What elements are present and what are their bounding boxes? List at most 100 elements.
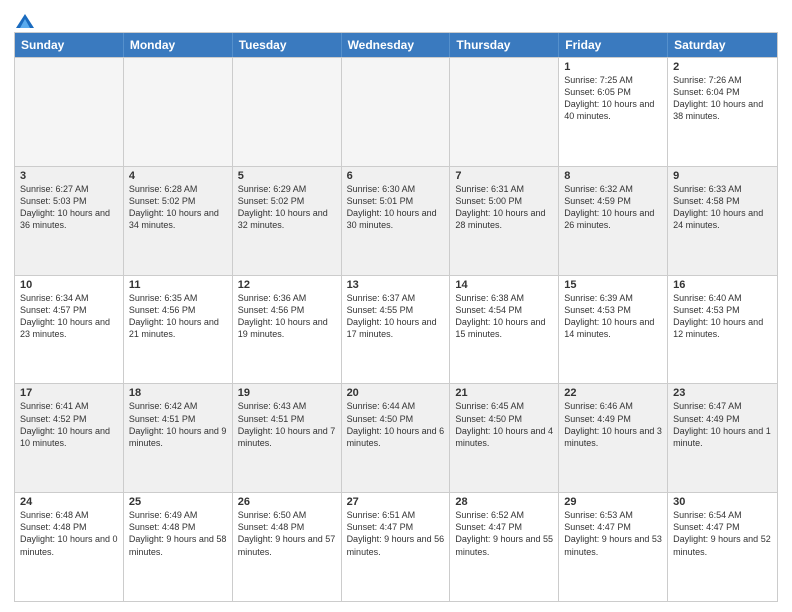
day-info: Sunrise: 6:38 AM Sunset: 4:54 PM Dayligh… [455,292,553,341]
day-number: 15 [564,279,662,291]
day-number: 1 [564,61,662,73]
header [14,10,778,26]
cal-cell: 12Sunrise: 6:36 AM Sunset: 4:56 PM Dayli… [233,276,342,384]
cal-cell: 4Sunrise: 6:28 AM Sunset: 5:02 PM Daylig… [124,167,233,275]
day-info: Sunrise: 6:53 AM Sunset: 4:47 PM Dayligh… [564,509,662,558]
cal-cell [342,58,451,166]
day-number: 27 [347,496,445,508]
day-info: Sunrise: 6:34 AM Sunset: 4:57 PM Dayligh… [20,292,118,341]
cal-row-1: 3Sunrise: 6:27 AM Sunset: 5:03 PM Daylig… [15,166,777,275]
cal-cell: 17Sunrise: 6:41 AM Sunset: 4:52 PM Dayli… [15,384,124,492]
day-info: Sunrise: 6:27 AM Sunset: 5:03 PM Dayligh… [20,183,118,232]
day-info: Sunrise: 6:46 AM Sunset: 4:49 PM Dayligh… [564,400,662,449]
day-info: Sunrise: 6:29 AM Sunset: 5:02 PM Dayligh… [238,183,336,232]
cal-cell: 13Sunrise: 6:37 AM Sunset: 4:55 PM Dayli… [342,276,451,384]
cal-header-tuesday: Tuesday [233,33,342,57]
day-info: Sunrise: 6:48 AM Sunset: 4:48 PM Dayligh… [20,509,118,558]
cal-cell: 1Sunrise: 7:25 AM Sunset: 6:05 PM Daylig… [559,58,668,166]
logo-icon [16,14,34,28]
day-info: Sunrise: 6:28 AM Sunset: 5:02 PM Dayligh… [129,183,227,232]
day-number: 6 [347,170,445,182]
cal-cell: 16Sunrise: 6:40 AM Sunset: 4:53 PM Dayli… [668,276,777,384]
day-info: Sunrise: 6:47 AM Sunset: 4:49 PM Dayligh… [673,400,772,449]
cal-cell [233,58,342,166]
day-info: Sunrise: 6:45 AM Sunset: 4:50 PM Dayligh… [455,400,553,449]
cal-cell: 21Sunrise: 6:45 AM Sunset: 4:50 PM Dayli… [450,384,559,492]
cal-cell: 19Sunrise: 6:43 AM Sunset: 4:51 PM Dayli… [233,384,342,492]
day-info: Sunrise: 6:37 AM Sunset: 4:55 PM Dayligh… [347,292,445,341]
calendar-body: 1Sunrise: 7:25 AM Sunset: 6:05 PM Daylig… [15,57,777,601]
calendar-header: SundayMondayTuesdayWednesdayThursdayFrid… [15,33,777,57]
day-number: 2 [673,61,772,73]
day-number: 25 [129,496,227,508]
day-number: 22 [564,387,662,399]
day-info: Sunrise: 6:51 AM Sunset: 4:47 PM Dayligh… [347,509,445,558]
day-number: 23 [673,387,772,399]
day-number: 19 [238,387,336,399]
cal-cell: 29Sunrise: 6:53 AM Sunset: 4:47 PM Dayli… [559,493,668,601]
cal-cell: 28Sunrise: 6:52 AM Sunset: 4:47 PM Dayli… [450,493,559,601]
day-number: 16 [673,279,772,291]
cal-cell: 18Sunrise: 6:42 AM Sunset: 4:51 PM Dayli… [124,384,233,492]
cal-cell: 7Sunrise: 6:31 AM Sunset: 5:00 PM Daylig… [450,167,559,275]
cal-header-sunday: Sunday [15,33,124,57]
day-number: 10 [20,279,118,291]
cal-row-3: 17Sunrise: 6:41 AM Sunset: 4:52 PM Dayli… [15,383,777,492]
cal-cell: 20Sunrise: 6:44 AM Sunset: 4:50 PM Dayli… [342,384,451,492]
cal-cell: 27Sunrise: 6:51 AM Sunset: 4:47 PM Dayli… [342,493,451,601]
cal-row-4: 24Sunrise: 6:48 AM Sunset: 4:48 PM Dayli… [15,492,777,601]
day-number: 12 [238,279,336,291]
day-info: Sunrise: 6:31 AM Sunset: 5:00 PM Dayligh… [455,183,553,232]
cal-header-thursday: Thursday [450,33,559,57]
page: SundayMondayTuesdayWednesdayThursdayFrid… [0,0,792,612]
cal-cell: 22Sunrise: 6:46 AM Sunset: 4:49 PM Dayli… [559,384,668,492]
cal-header-wednesday: Wednesday [342,33,451,57]
day-number: 30 [673,496,772,508]
cal-cell: 15Sunrise: 6:39 AM Sunset: 4:53 PM Dayli… [559,276,668,384]
day-info: Sunrise: 6:50 AM Sunset: 4:48 PM Dayligh… [238,509,336,558]
cal-cell: 24Sunrise: 6:48 AM Sunset: 4:48 PM Dayli… [15,493,124,601]
cal-cell: 25Sunrise: 6:49 AM Sunset: 4:48 PM Dayli… [124,493,233,601]
day-info: Sunrise: 6:42 AM Sunset: 4:51 PM Dayligh… [129,400,227,449]
day-number: 7 [455,170,553,182]
day-number: 21 [455,387,553,399]
cal-row-2: 10Sunrise: 6:34 AM Sunset: 4:57 PM Dayli… [15,275,777,384]
cal-cell: 5Sunrise: 6:29 AM Sunset: 5:02 PM Daylig… [233,167,342,275]
day-number: 29 [564,496,662,508]
day-number: 8 [564,170,662,182]
day-info: Sunrise: 7:25 AM Sunset: 6:05 PM Dayligh… [564,74,662,123]
day-number: 17 [20,387,118,399]
day-number: 11 [129,279,227,291]
cal-cell: 3Sunrise: 6:27 AM Sunset: 5:03 PM Daylig… [15,167,124,275]
day-number: 28 [455,496,553,508]
day-number: 5 [238,170,336,182]
day-number: 9 [673,170,772,182]
day-info: Sunrise: 6:36 AM Sunset: 4:56 PM Dayligh… [238,292,336,341]
day-number: 20 [347,387,445,399]
calendar: SundayMondayTuesdayWednesdayThursdayFrid… [14,32,778,602]
cal-row-0: 1Sunrise: 7:25 AM Sunset: 6:05 PM Daylig… [15,57,777,166]
cal-cell: 8Sunrise: 6:32 AM Sunset: 4:59 PM Daylig… [559,167,668,275]
cal-cell: 9Sunrise: 6:33 AM Sunset: 4:58 PM Daylig… [668,167,777,275]
day-number: 14 [455,279,553,291]
day-info: Sunrise: 6:43 AM Sunset: 4:51 PM Dayligh… [238,400,336,449]
day-info: Sunrise: 6:54 AM Sunset: 4:47 PM Dayligh… [673,509,772,558]
day-number: 3 [20,170,118,182]
cal-cell: 6Sunrise: 6:30 AM Sunset: 5:01 PM Daylig… [342,167,451,275]
day-number: 24 [20,496,118,508]
cal-header-saturday: Saturday [668,33,777,57]
cal-cell: 26Sunrise: 6:50 AM Sunset: 4:48 PM Dayli… [233,493,342,601]
day-info: Sunrise: 6:52 AM Sunset: 4:47 PM Dayligh… [455,509,553,558]
day-info: Sunrise: 7:26 AM Sunset: 6:04 PM Dayligh… [673,74,772,123]
day-info: Sunrise: 6:49 AM Sunset: 4:48 PM Dayligh… [129,509,227,558]
cal-cell: 30Sunrise: 6:54 AM Sunset: 4:47 PM Dayli… [668,493,777,601]
day-info: Sunrise: 6:44 AM Sunset: 4:50 PM Dayligh… [347,400,445,449]
cal-header-monday: Monday [124,33,233,57]
cal-cell [450,58,559,166]
cal-cell: 14Sunrise: 6:38 AM Sunset: 4:54 PM Dayli… [450,276,559,384]
day-number: 18 [129,387,227,399]
day-info: Sunrise: 6:30 AM Sunset: 5:01 PM Dayligh… [347,183,445,232]
logo [14,14,34,26]
cal-cell [124,58,233,166]
day-info: Sunrise: 6:32 AM Sunset: 4:59 PM Dayligh… [564,183,662,232]
